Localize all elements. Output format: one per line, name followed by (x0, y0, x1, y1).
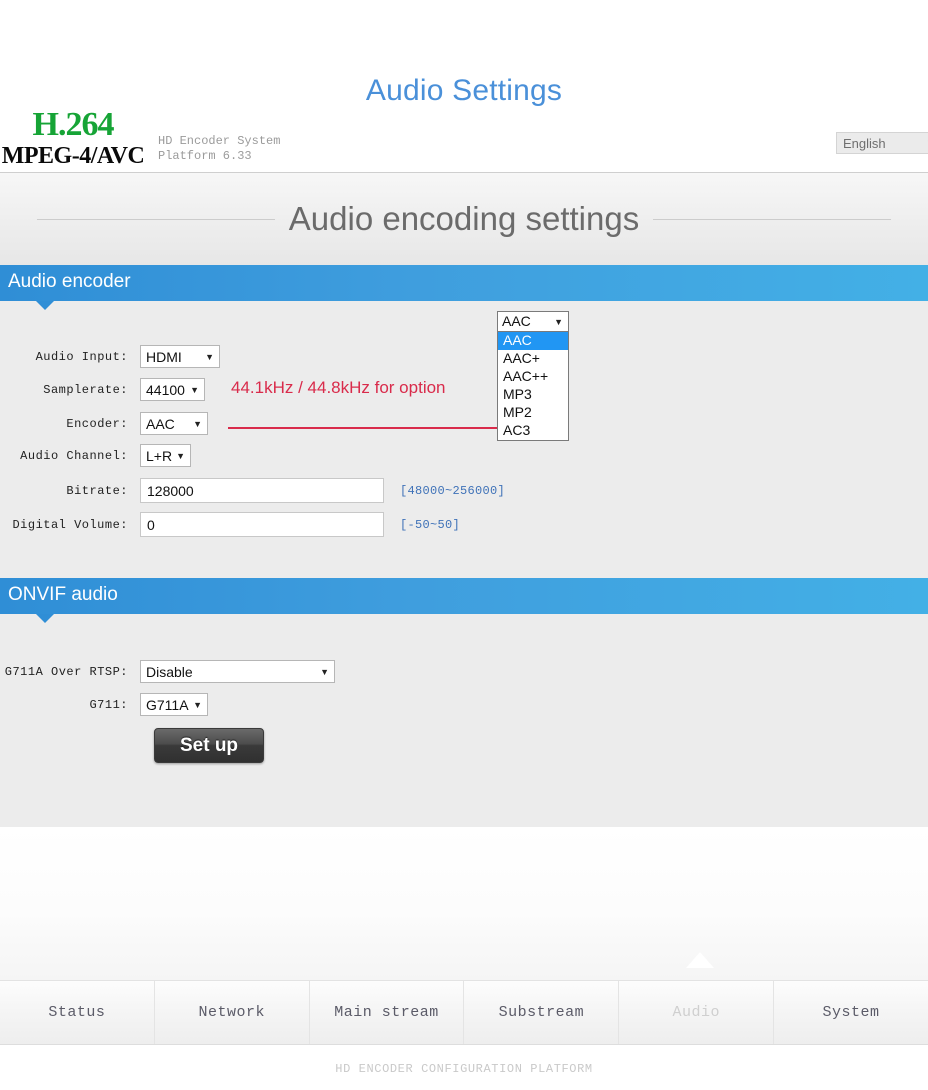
encoder-dropdown-list[interactable]: AAC AAC+ AAC++ MP3 MP2 AC3 (497, 332, 569, 441)
nav-item-status[interactable]: Status (0, 981, 155, 1044)
encoder-dropdown-item[interactable]: MP2 (498, 404, 568, 422)
g711a-over-rtsp-select[interactable]: Disable (140, 660, 335, 683)
field-row-audio-input: Audio Input: HDMI ▼ (0, 345, 220, 368)
system-name-text: HD Encoder System (158, 134, 281, 148)
language-select[interactable]: English (836, 132, 928, 154)
banner-notch-icon (36, 614, 54, 623)
top-header-bar: Audio Settings H.264 MPEG-4/AVC HD Encod… (0, 0, 928, 173)
g711-select[interactable]: G711A (140, 693, 208, 716)
samplerate-select-wrap[interactable]: 44100 ▼ (140, 378, 205, 401)
bottom-navigation[interactable]: Status Network Main stream Substream Audio Sy… (0, 980, 928, 1045)
setup-button[interactable]: Set up (154, 728, 264, 763)
field-row-audio-channel: Audio Channel: L+R ▼ (0, 444, 191, 467)
audio-channel-label: Audio Channel: (20, 448, 128, 463)
g711-select-wrap[interactable]: G711A ▼ (140, 693, 208, 716)
g711a-over-rtsp-label: G711A Over RTSP: (4, 664, 128, 679)
nav-item-network[interactable]: Network (155, 981, 310, 1044)
digital-volume-range-hint: [-50~50] (400, 517, 461, 532)
footer-text: HD ENCODER CONFIGURATION PLATFORM (335, 1062, 593, 1076)
encoder-select[interactable]: AAC (140, 412, 208, 435)
encoder-dropdown-trigger[interactable]: AAC ▼ (497, 311, 569, 332)
encoder-dropdown-item[interactable]: AAC++ (498, 368, 568, 386)
page-title: Audio Settings (365, 74, 563, 107)
onvif-audio-banner: ONVIF audio (0, 578, 928, 623)
chevron-down-icon: ▼ (554, 317, 563, 327)
onvif-audio-banner-label: ONVIF audio (8, 584, 118, 605)
active-tab-pointer-icon (686, 952, 714, 968)
logo-mpeg4-text: MPEG-4/AVC (1, 143, 145, 169)
nav-item-audio[interactable]: Audio (619, 981, 775, 1044)
audio-input-label: Audio Input: (35, 349, 128, 364)
encoder-dropdown-item[interactable]: AC3 (498, 422, 568, 440)
bitrate-range-hint: [48000~256000] (400, 483, 506, 498)
encoder-dropdown-item[interactable]: AAC (498, 332, 568, 350)
banner-notch-icon (36, 301, 54, 310)
samplerate-select[interactable]: 44100 (140, 378, 205, 401)
lower-background (0, 827, 928, 980)
system-info: HD Encoder System Platform 6.33 (158, 134, 280, 164)
g711-label: G711: (89, 697, 128, 712)
audio-channel-select[interactable]: L+R (140, 444, 191, 467)
digital-volume-label: Digital Volume: (12, 517, 128, 532)
audio-input-select[interactable]: HDMI (140, 345, 220, 368)
nav-item-main-stream[interactable]: Main stream (310, 981, 465, 1044)
encoder-select-wrap[interactable]: AAC ▼ (140, 412, 208, 435)
digital-volume-input[interactable] (140, 512, 384, 537)
g711a-over-rtsp-select-wrap[interactable]: Disable ▼ (140, 660, 335, 683)
nav-item-substream[interactable]: Substream (464, 981, 620, 1044)
encoder-dropdown-selected-label: AAC (502, 313, 531, 329)
divider-right (653, 218, 892, 220)
nav-item-system[interactable]: System (774, 981, 928, 1044)
annotation-underline (228, 427, 506, 429)
logo-h264-text: H.264 (32, 106, 115, 143)
encoder-dropdown-item[interactable]: MP3 (498, 386, 568, 404)
encoder-label: Encoder: (66, 416, 128, 431)
audio-channel-select-wrap[interactable]: L+R ▼ (140, 444, 191, 467)
field-row-g711a-over-rtsp: G711A Over RTSP: Disable ▼ (0, 660, 335, 683)
field-row-samplerate: Samplerate: 44100 ▼ (0, 378, 205, 401)
platform-version-text: Platform 6.33 (158, 149, 252, 163)
samplerate-label: Samplerate: (43, 382, 128, 397)
section-title-bar: Audio encoding settings (0, 173, 928, 265)
audio-input-select-wrap[interactable]: HDMI ▼ (140, 345, 220, 368)
field-row-g711: G711: G711A ▼ (0, 693, 208, 716)
audio-encoder-banner: Audio encoder (0, 265, 928, 310)
audio-encoder-banner-label: Audio encoder (8, 271, 131, 292)
divider-left (36, 218, 275, 220)
field-row-encoder: Encoder: AAC ▼ (0, 412, 208, 435)
field-row-bitrate: Bitrate: [48000~256000] (0, 478, 505, 503)
samplerate-note: 44.1kHz / 44.8kHz for option (231, 378, 446, 397)
bitrate-label: Bitrate: (66, 483, 128, 498)
encoder-dropdown-item[interactable]: AAC+ (498, 350, 568, 368)
encoder-dropdown-open[interactable]: AAC ▼ AAC AAC+ AAC++ MP3 MP2 AC3 (497, 311, 569, 441)
bitrate-input[interactable] (140, 478, 384, 503)
section-title: Audio encoding settings (288, 200, 640, 237)
brand-logo: H.264 MPEG-4/AVC (0, 106, 158, 169)
field-row-digital-volume: Digital Volume: [-50~50] (0, 512, 460, 537)
